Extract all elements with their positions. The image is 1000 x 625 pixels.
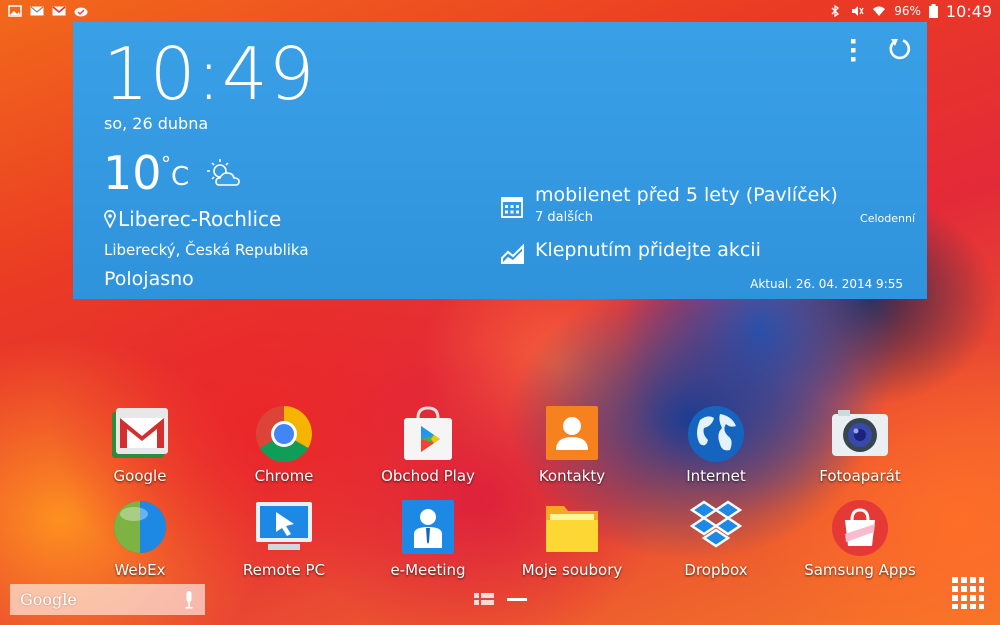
gmail-icon <box>52 6 66 16</box>
app-label: Moje soubory <box>521 561 623 579</box>
widget-clock: 10:49 <box>103 32 316 116</box>
degree-symbol: ° <box>161 152 171 176</box>
app-chrome[interactable]: Chrome <box>214 404 354 494</box>
event-more-count: 7 dalších <box>535 210 594 225</box>
temperature: 10 <box>103 146 162 200</box>
app-label: Samsung Apps <box>804 561 916 579</box>
gmail-app-icon <box>112 408 168 458</box>
refresh-icon[interactable] <box>887 36 913 62</box>
app-contacts[interactable]: Kontakty <box>502 404 642 494</box>
widget-date: so, 26 dubna <box>104 114 209 133</box>
clock-weather-widget[interactable]: 10:49 so, 26 dubna 10 ° C Liberec-Rochli… <box>73 22 927 299</box>
search-label: Google <box>20 590 77 609</box>
app-label: Obchod Play <box>381 467 475 485</box>
app-internet[interactable]: Internet <box>646 404 786 494</box>
google-search-bar[interactable]: Google <box>10 584 205 615</box>
app-label: Fotoaparát <box>819 467 901 485</box>
calendar-icon <box>501 197 523 218</box>
dropbox-icon <box>689 500 743 548</box>
app-my-files[interactable]: Moje soubory <box>502 498 642 588</box>
app-label: e-Meeting <box>390 561 466 579</box>
wifi-icon <box>873 6 886 16</box>
calendar-event[interactable]: mobilenet před 5 lety (Pavlíček) 7 další… <box>501 184 921 228</box>
app-camera[interactable]: Fotoaparát <box>790 404 930 494</box>
app-webex[interactable]: WebEx <box>70 498 210 588</box>
camera-icon <box>832 410 888 456</box>
app-label: Kontakty <box>538 467 606 485</box>
app-label: Google <box>113 467 167 485</box>
sync-icon <box>74 7 88 17</box>
app-label: Internet <box>686 467 746 485</box>
battery-icon <box>928 4 938 18</box>
e-meeting-icon <box>402 500 454 554</box>
trend-icon <box>501 243 524 264</box>
location-pin-icon <box>104 210 116 228</box>
add-event-button[interactable]: Klepnutím přidejte akcii <box>501 239 831 269</box>
status-clock: 10:49 <box>945 1 992 21</box>
bluetooth-icon <box>831 5 840 17</box>
apps-grid-icon[interactable] <box>951 576 985 610</box>
app-samsung-apps[interactable]: Samsung Apps <box>790 498 930 588</box>
app-e-meeting[interactable]: e-Meeting <box>358 498 498 588</box>
location-region: Liberecký, Česká Republika <box>104 241 309 259</box>
system-icons: 96% 10:49 <box>828 2 992 21</box>
weather-condition: Polojasno <box>104 268 194 290</box>
city-label: Liberec-Rochlice <box>118 207 282 231</box>
webex-icon <box>114 501 166 553</box>
event-title: mobilenet před 5 lety (Pavlíček) <box>535 184 838 206</box>
app-google[interactable]: Google <box>70 404 210 494</box>
event-all-day: Celodenní <box>860 212 915 225</box>
app-label: Chrome <box>254 467 314 485</box>
email-icon <box>30 6 44 16</box>
remote-pc-icon <box>256 502 312 550</box>
play-store-icon <box>404 406 452 460</box>
last-updated: Aktual. 26. 04. 2014 9:55 <box>750 277 903 291</box>
mute-icon <box>852 6 864 16</box>
folder-icon <box>546 506 598 552</box>
app-remote-pc[interactable]: Remote PC <box>214 498 354 588</box>
page-indicator-list-icon[interactable] <box>474 592 494 606</box>
chrome-icon <box>256 406 312 462</box>
battery-percent: 96% <box>894 4 921 18</box>
globe-icon <box>688 406 744 462</box>
more-options-icon[interactable] <box>843 36 863 64</box>
app-play-store[interactable]: Obchod Play <box>358 404 498 494</box>
samsung-apps-icon <box>832 500 888 556</box>
status-bar: 96% 10:49 <box>0 0 1000 22</box>
page-indicator-current[interactable] <box>507 592 527 606</box>
app-label: Dropbox <box>684 561 748 579</box>
gallery-icon <box>8 5 22 17</box>
app-dropbox[interactable]: Dropbox <box>646 498 786 588</box>
temperature-unit: C <box>171 162 190 192</box>
partly-cloudy-icon <box>207 159 240 186</box>
location-city[interactable]: Liberec-Rochlice <box>104 207 281 231</box>
app-label: Remote PC <box>242 561 326 579</box>
add-event-label: Klepnutím přidejte akcii <box>535 239 761 261</box>
notification-icons <box>8 5 88 17</box>
app-label: WebEx <box>114 561 166 579</box>
contacts-icon <box>546 406 598 460</box>
microphone-icon[interactable] <box>183 590 195 609</box>
